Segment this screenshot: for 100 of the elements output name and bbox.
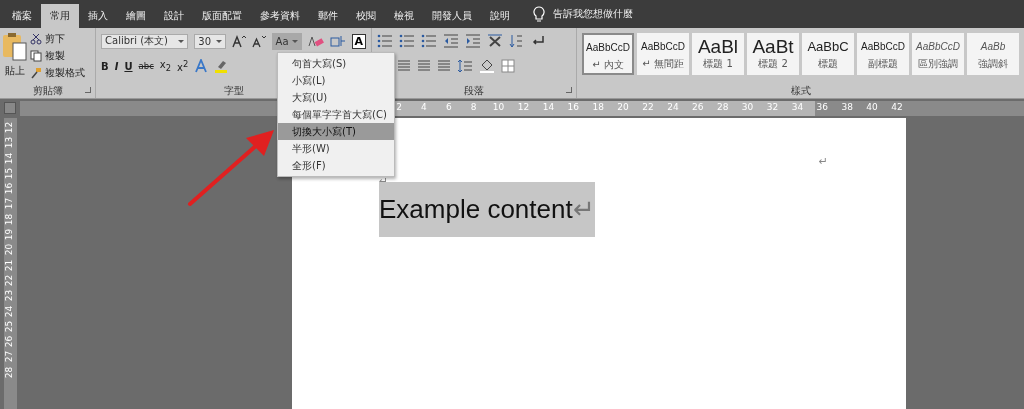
ribbon-tab[interactable]: 常用 [41, 4, 79, 28]
menu-item[interactable]: 每個單字字首大寫(C) [278, 106, 394, 123]
ruler-number: 28 [4, 366, 15, 379]
cut-button[interactable]: 剪下 [30, 32, 85, 46]
ruler-number: 22 [4, 274, 15, 287]
ruler-number: 23 [4, 290, 15, 302]
format-button[interactable]: B [101, 60, 109, 72]
ruler-number: 26 [692, 102, 704, 112]
ribbon-tab[interactable]: 檢視 [385, 4, 423, 28]
ruler-number: 15 [4, 167, 15, 180]
style-gallery-item[interactable]: AaBbCcD ↵ 內文 [582, 33, 634, 75]
ruler-number: 38 [841, 102, 853, 112]
menu-item[interactable]: 句首大寫(S) [278, 55, 394, 72]
group-label: 字型 [223, 83, 244, 98]
ruler-number: 36 [816, 102, 828, 112]
line-spacing-icon[interactable] [457, 59, 474, 73]
style-gallery-item[interactable]: AaBbC 標題 [802, 33, 854, 75]
ruler-number: 10 [492, 102, 505, 112]
paste-button[interactable]: 貼上 [2, 32, 28, 83]
ruler-number: 13 [4, 137, 15, 149]
ruler-number: 14 [542, 102, 555, 112]
ruler-number: 19 [4, 229, 15, 241]
ribbon-tab[interactable]: 版面配置 [193, 4, 251, 28]
format-button[interactable]: x$^{2}$ [177, 58, 189, 74]
ribbon-tab[interactable]: 設計 [155, 4, 193, 28]
paintbrush-icon [30, 67, 42, 79]
format-button[interactable]: I [114, 60, 119, 72]
ruler-number: 14 [4, 152, 15, 164]
ribbon-tab[interactable]: 開發人員 [423, 4, 481, 28]
list-icon[interactable] [421, 34, 438, 48]
caret-icon [178, 39, 185, 43]
ribbon-tab[interactable]: 參考資料 [251, 4, 309, 28]
dialog-launcher-icon[interactable] [566, 87, 572, 93]
align-icon[interactable] [437, 59, 452, 73]
highlighter-icon[interactable] [214, 59, 229, 73]
ruler-number: 18 [592, 102, 604, 112]
text-effects-icon[interactable] [194, 59, 209, 73]
grow-font-icon[interactable] [231, 34, 246, 48]
style-gallery-item[interactable]: AaBbCcD ↵ 無間距 [637, 33, 689, 75]
ruler-number: 32 [766, 102, 779, 112]
style-gallery-item[interactable]: AaBbCcD 區別強調 [912, 33, 964, 75]
ruler-number: 4 [421, 102, 427, 112]
font-family-dropdown[interactable]: Calibri (本文) [101, 33, 189, 49]
style-gallery-item[interactable]: AaBb 強調斜 [967, 33, 1019, 75]
format-button[interactable]: x$_{2}$ [159, 59, 172, 73]
ruler-number: 21 [4, 259, 15, 271]
menu-item[interactable]: 半形(W) [278, 140, 394, 157]
format-button[interactable]: abc [138, 61, 154, 71]
ruler-number: 26 [4, 336, 15, 348]
list-icon[interactable] [399, 34, 416, 48]
clipboard-icon [2, 32, 28, 62]
shrink-font-icon[interactable] [251, 34, 266, 48]
ribbon-tab[interactable]: 校閱 [347, 4, 385, 28]
scissors-icon [30, 33, 42, 45]
shading-icon[interactable] [479, 59, 496, 73]
format-painter-button[interactable]: 複製格式 [30, 66, 85, 80]
list-icon[interactable] [377, 34, 394, 48]
borders-icon[interactable] [501, 59, 516, 73]
ruler-number: 40 [866, 102, 878, 112]
tell-me-search[interactable]: 告訴我您想做什麼 [553, 0, 633, 28]
ruler-number: 8 [470, 102, 477, 112]
style-gallery-item[interactable]: AaBt 標題 2 [747, 33, 799, 75]
ruler-number: 20 [617, 102, 629, 112]
ruler-number: 24 [667, 102, 679, 112]
ruler-number: 28 [716, 102, 729, 112]
ruler-number: 42 [891, 102, 903, 112]
ribbon-tab[interactable]: 繪圖 [117, 4, 155, 28]
style-gallery-item[interactable]: AaBl 標題 1 [692, 33, 744, 75]
paragraph-mark: ↵ [818, 156, 828, 170]
change-case-button[interactable]: Aa [271, 32, 302, 50]
menu-item[interactable]: 全形(F) [278, 157, 394, 174]
group-label: 段落 [464, 83, 484, 98]
ruler-number: 17 [4, 198, 15, 210]
caret-icon [291, 39, 298, 43]
menu-item[interactable]: 切換大小寫(T) [278, 123, 394, 140]
decrease-indent-icon[interactable] [443, 34, 460, 48]
style-gallery-item[interactable]: AaBbCcD 副標題 [857, 33, 909, 75]
font-size-dropdown[interactable]: 30 [194, 33, 226, 49]
ruler-number: 34 [791, 102, 804, 112]
ribbon-tab[interactable]: 檔案 [3, 4, 41, 28]
menu-item[interactable]: 大寫(U) [278, 89, 394, 106]
selected-text: Example content↵ [379, 182, 595, 237]
lightbulb-icon [533, 6, 545, 22]
caret-icon [215, 39, 222, 43]
ribbon-tab[interactable]: 說明 [481, 4, 519, 28]
align-icon[interactable] [397, 59, 412, 73]
dialog-launcher-icon[interactable] [85, 87, 92, 93]
clear-formatting-icon[interactable] [307, 34, 324, 48]
character-border-button[interactable]: A [351, 33, 367, 49]
increase-indent-icon[interactable] [465, 34, 482, 48]
ruler-number: 25 [4, 320, 15, 333]
format-button[interactable]: U [124, 60, 133, 72]
menu-item[interactable]: 小寫(L) [278, 72, 394, 89]
align-icon[interactable] [417, 59, 432, 73]
ribbon-tab[interactable]: 插入 [79, 4, 117, 28]
ruler-number: 24 [4, 305, 15, 317]
tab-selector-icon[interactable] [4, 102, 16, 114]
copy-icon [30, 50, 42, 62]
ribbon-tab[interactable]: 郵件 [309, 4, 347, 28]
copy-button[interactable]: 複製 [30, 49, 85, 63]
